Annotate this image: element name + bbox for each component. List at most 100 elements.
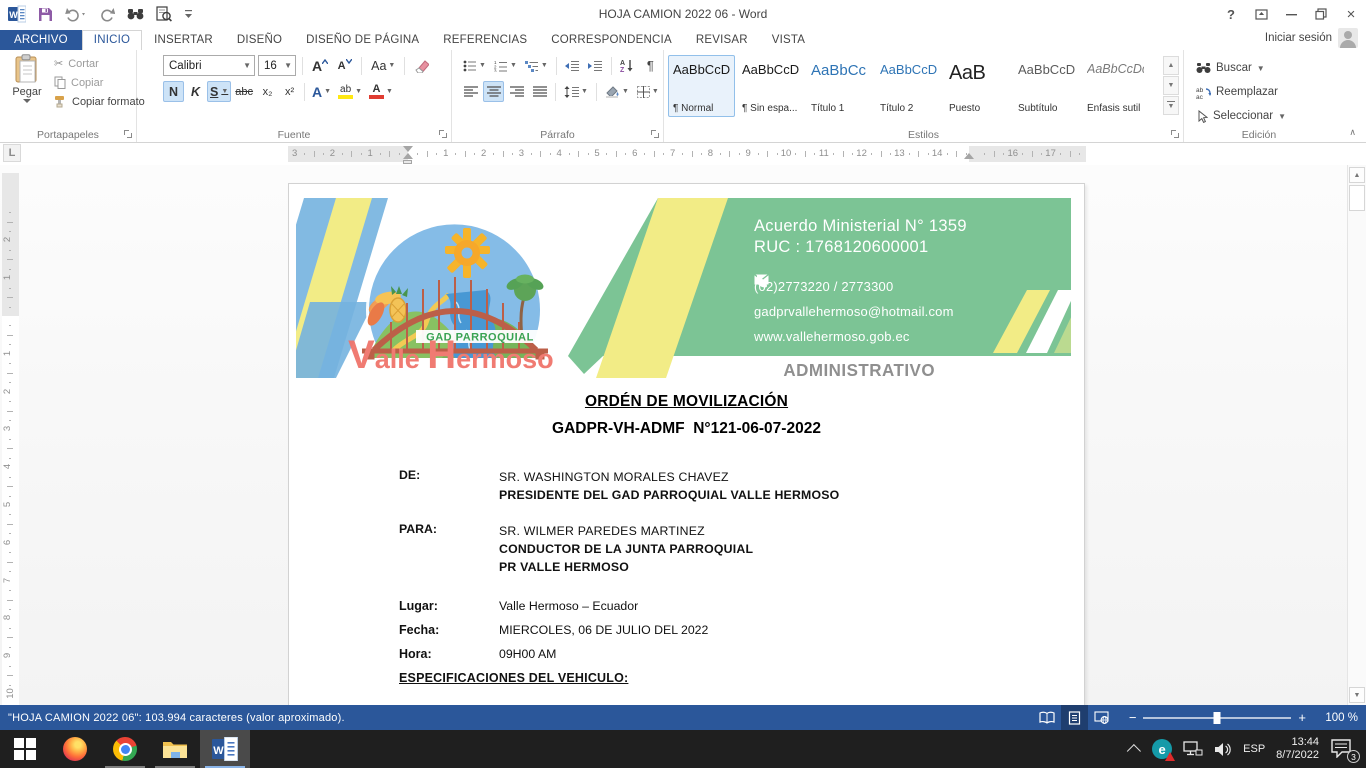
- sort-button[interactable]: AZ: [617, 55, 638, 76]
- style-card-1[interactable]: AaBbCcDc¶ Normal: [668, 55, 735, 117]
- style-card-7[interactable]: AaBbCcDcÉnfasis sutil: [1082, 55, 1149, 117]
- strikethrough-button[interactable]: abc: [232, 81, 256, 102]
- restore-icon[interactable]: [1306, 0, 1336, 28]
- font-size-combo[interactable]: 16▼: [258, 55, 296, 76]
- zoom-slider[interactable]: [1143, 717, 1291, 719]
- antivirus-tray-icon[interactable]: e: [1152, 739, 1172, 759]
- scroll-thumb[interactable]: [1349, 185, 1365, 211]
- tray-expand-icon[interactable]: [1127, 744, 1141, 758]
- styles-scroll-down[interactable]: ▼: [1163, 76, 1179, 95]
- decrease-indent-button[interactable]: [562, 55, 583, 76]
- redo-icon[interactable]: [99, 4, 115, 24]
- action-center-icon[interactable]: 3: [1330, 738, 1356, 760]
- align-right-button[interactable]: [506, 81, 527, 102]
- borders-button[interactable]: ▼: [634, 81, 662, 102]
- first-line-indent-marker[interactable]: [403, 146, 413, 152]
- network-icon[interactable]: [1183, 741, 1203, 757]
- shading-button[interactable]: ▼: [602, 81, 632, 102]
- show-marks-button[interactable]: ¶: [640, 55, 661, 76]
- styles-dialog-launcher[interactable]: [1171, 130, 1180, 139]
- text-highlight-button[interactable]: ab ▼: [335, 81, 365, 102]
- tab-referencias[interactable]: REFERENCIAS: [431, 31, 539, 50]
- clock[interactable]: 13:44 8/7/2022: [1276, 736, 1319, 762]
- tab-revisar[interactable]: REVISAR: [684, 31, 760, 50]
- document-page[interactable]: GAD PARROQUIAL Valle Hermoso Acuerdo Min…: [288, 183, 1085, 705]
- find-button[interactable]: Buscar▼: [1184, 56, 1286, 80]
- tab-stop-selector[interactable]: L: [3, 144, 21, 162]
- zoom-level[interactable]: 100 %: [1312, 712, 1358, 724]
- save-icon[interactable]: [38, 4, 53, 24]
- bold-button[interactable]: N: [163, 81, 184, 102]
- find-icon[interactable]: [127, 4, 144, 24]
- copy-button[interactable]: Copiar: [54, 73, 145, 92]
- align-center-button[interactable]: [483, 81, 504, 102]
- zoom-in-icon[interactable]: +: [1298, 710, 1306, 725]
- status-info[interactable]: "HOJA CAMION 2022 06": 103.994 caractere…: [0, 712, 345, 724]
- taskbar-word[interactable]: W: [200, 730, 250, 768]
- line-spacing-button[interactable]: ▼: [561, 81, 591, 102]
- bullets-button[interactable]: ▼: [460, 55, 489, 76]
- grow-font-button[interactable]: A: [309, 55, 331, 76]
- print-layout-button[interactable]: [1061, 705, 1088, 730]
- multilevel-list-button[interactable]: ▼: [522, 55, 551, 76]
- format-painter-button[interactable]: Copiar formato: [54, 92, 145, 111]
- vertical-ruler[interactable]: 211234567891011: [2, 173, 19, 705]
- speaker-icon[interactable]: [1214, 742, 1232, 757]
- help-icon[interactable]: ?: [1216, 0, 1246, 28]
- subscript-button[interactable]: x₂: [257, 81, 278, 102]
- right-indent-marker[interactable]: [964, 153, 974, 159]
- left-indent-marker[interactable]: [403, 160, 412, 164]
- scroll-up-icon[interactable]: ▲: [1349, 167, 1365, 183]
- ribbon-display-options-icon[interactable]: [1246, 0, 1276, 28]
- clear-formatting-button[interactable]: [411, 55, 432, 76]
- change-case-button[interactable]: Aa▼: [368, 55, 398, 76]
- horizontal-ruler[interactable]: 32112345678910111213141617: [288, 146, 1086, 162]
- print-preview-icon[interactable]: [156, 4, 172, 24]
- italic-button[interactable]: K: [185, 81, 206, 102]
- numbering-button[interactable]: 123▼: [491, 55, 520, 76]
- paragraph-dialog-launcher[interactable]: [651, 130, 660, 139]
- style-card-2[interactable]: AaBbCcDc¶ Sin espa...: [737, 55, 804, 117]
- zoom-slider-thumb[interactable]: [1214, 712, 1221, 724]
- undo-icon[interactable]: [65, 4, 87, 24]
- web-layout-button[interactable]: [1088, 705, 1115, 730]
- clipboard-dialog-launcher[interactable]: [124, 130, 133, 139]
- zoom-out-icon[interactable]: −: [1129, 710, 1137, 725]
- increase-indent-button[interactable]: [585, 55, 606, 76]
- superscript-button[interactable]: x²: [279, 81, 300, 102]
- tab-dise-o-de-p-gina[interactable]: DISEÑO DE PÁGINA: [294, 31, 431, 50]
- customize-qat-icon[interactable]: [184, 4, 194, 24]
- read-mode-button[interactable]: [1034, 705, 1061, 730]
- replace-button[interactable]: abac Reemplazar: [1184, 80, 1286, 104]
- font-dialog-launcher[interactable]: [439, 130, 448, 139]
- underline-button[interactable]: S▼: [207, 81, 231, 102]
- paste-button[interactable]: Pegar: [5, 54, 49, 126]
- minimize-icon[interactable]: [1276, 0, 1306, 28]
- taskbar-explorer[interactable]: [150, 730, 200, 768]
- justify-button[interactable]: [529, 81, 550, 102]
- document-body[interactable]: DE:SR. WASHINGTON MORALES CHAVEZPRESIDEN…: [399, 468, 1039, 685]
- styles-scroll-up[interactable]: ▲: [1163, 56, 1179, 75]
- tab-inicio[interactable]: INICIO: [82, 30, 142, 50]
- cut-button[interactable]: ✂Cortar: [54, 54, 145, 73]
- hanging-indent-marker[interactable]: [403, 153, 413, 159]
- tab-insertar[interactable]: INSERTAR: [142, 31, 225, 50]
- style-card-3[interactable]: AaBbCcTítulo 1: [806, 55, 873, 117]
- tab-dise-o[interactable]: DISEÑO: [225, 31, 294, 50]
- style-card-4[interactable]: AaBbCcDTítulo 2: [875, 55, 942, 117]
- tab-vista[interactable]: VISTA: [760, 31, 817, 50]
- sign-in[interactable]: Iniciar sesión: [1265, 28, 1358, 48]
- taskbar-firefox[interactable]: [50, 730, 100, 768]
- align-left-button[interactable]: [460, 81, 481, 102]
- style-card-5[interactable]: AaBPuesto: [944, 55, 1011, 117]
- select-button[interactable]: Seleccionar▼: [1184, 104, 1286, 128]
- font-color-button[interactable]: A ▼: [366, 81, 396, 102]
- start-button[interactable]: [0, 730, 50, 768]
- tab-archivo[interactable]: ARCHIVO: [0, 30, 82, 50]
- tab-correspondencia[interactable]: CORRESPONDENCIA: [539, 31, 684, 50]
- shrink-font-button[interactable]: A: [334, 55, 355, 76]
- text-effects-button[interactable]: A▼: [309, 81, 334, 102]
- close-icon[interactable]: ×: [1336, 0, 1366, 28]
- font-family-combo[interactable]: Calibri▼: [163, 55, 255, 76]
- styles-gallery-more[interactable]: ▼: [1163, 96, 1179, 115]
